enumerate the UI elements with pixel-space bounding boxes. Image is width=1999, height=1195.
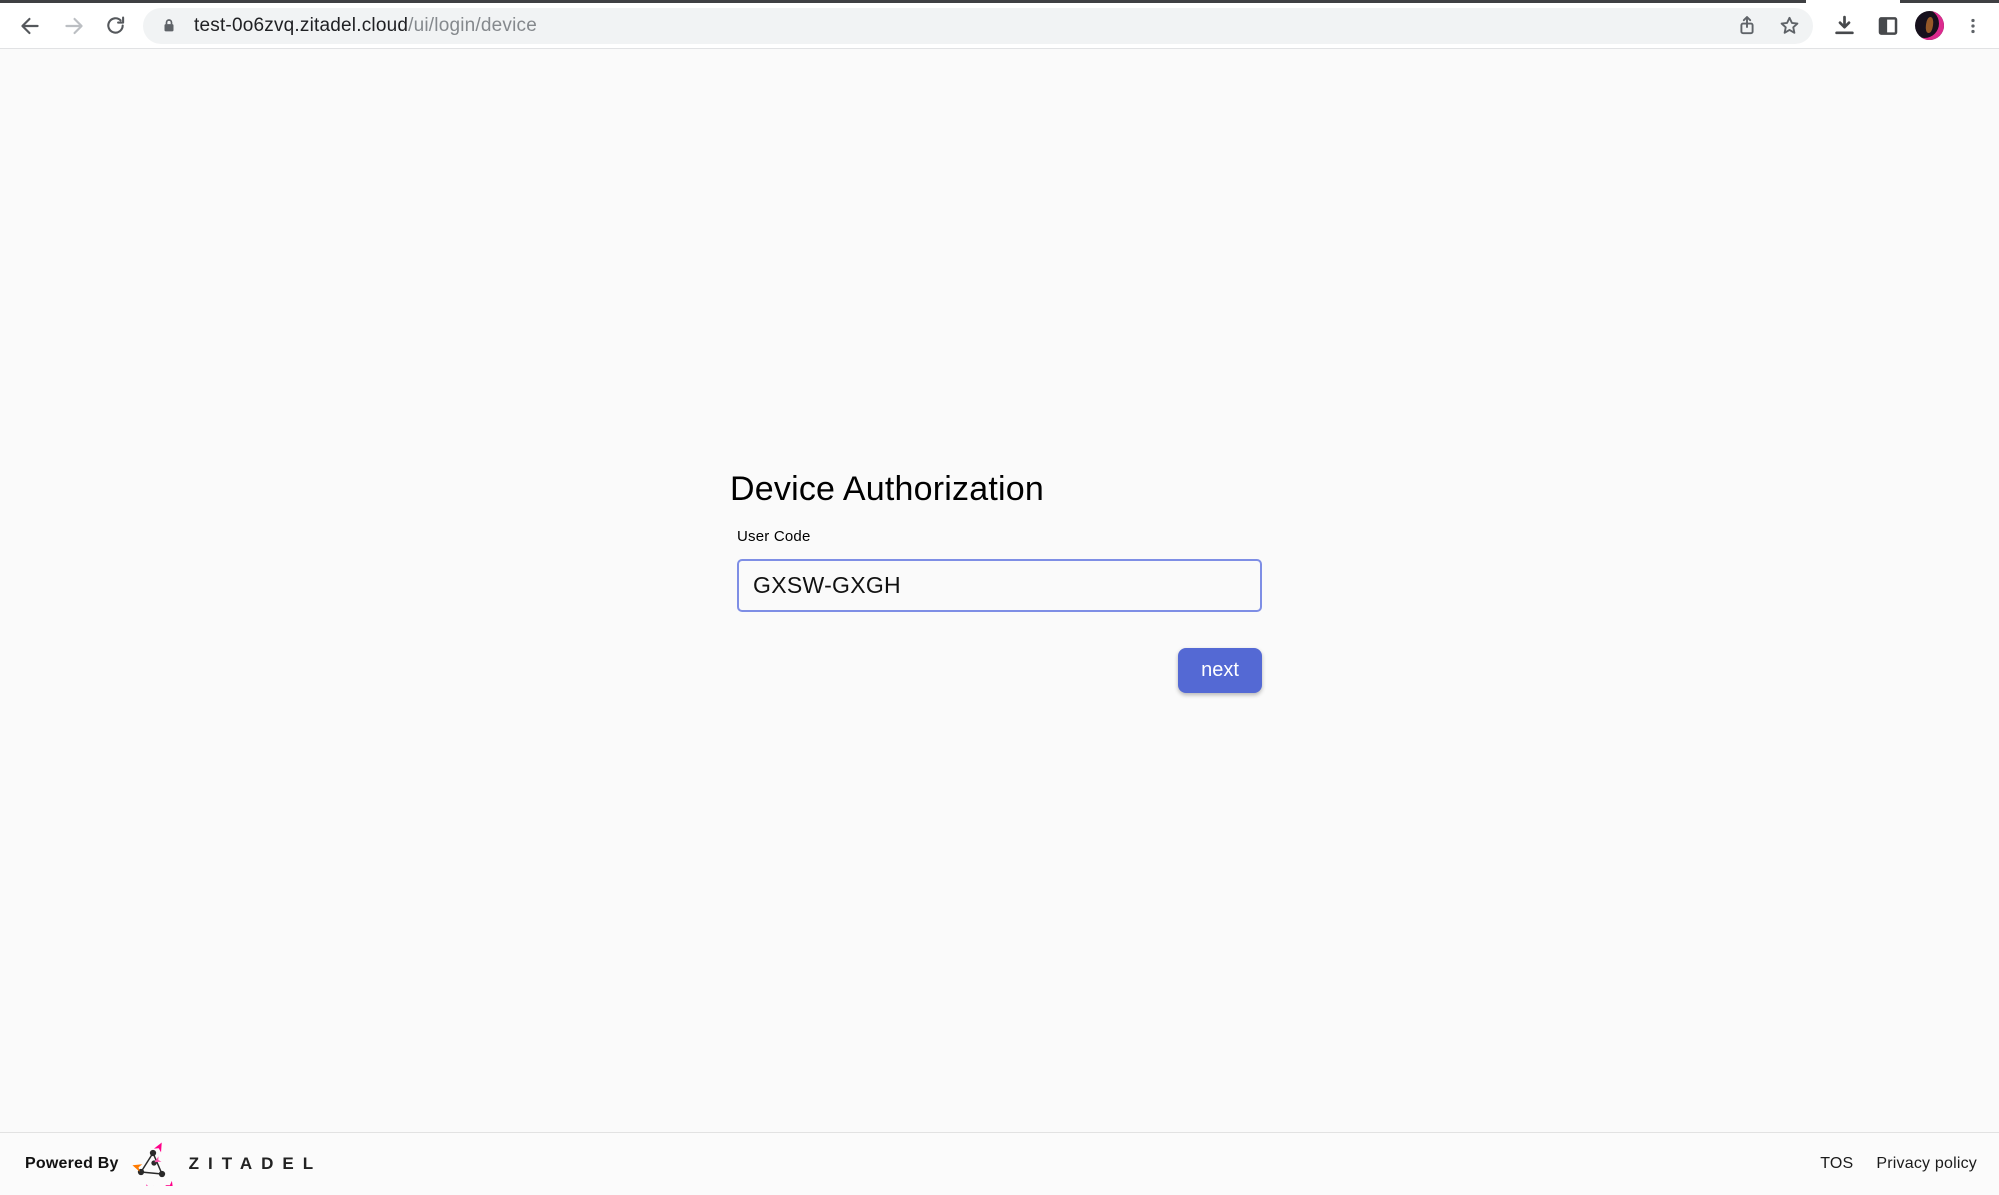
avatar-figure	[1925, 17, 1934, 34]
lock-icon[interactable]	[156, 13, 182, 39]
bookmark-star-icon[interactable]	[1776, 13, 1802, 39]
powered-by-label: Powered By	[25, 1155, 119, 1173]
privacy-policy-link[interactable]: Privacy policy	[1876, 1155, 1977, 1173]
footer-powered-by-group: Powered By ZITADEL	[25, 1142, 322, 1186]
url-path: /ui/login/device	[408, 15, 537, 36]
browser-menu-icon[interactable]	[1959, 12, 1987, 40]
reload-icon[interactable]	[101, 12, 129, 40]
footer: Powered By ZITADEL TOS Privacy policy	[0, 1132, 1999, 1195]
page-content: Device Authorization User Code next	[0, 50, 1999, 1132]
window-top-strip	[0, 0, 1999, 3]
url-text: test-0o6zvq.zitadel.cloud/ui/login/devic…	[194, 15, 1734, 37]
footer-links: TOS Privacy policy	[1820, 1155, 1977, 1173]
download-icon[interactable]	[1830, 12, 1858, 40]
zitadel-logo-icon	[132, 1142, 178, 1186]
next-button[interactable]: next	[1178, 648, 1262, 693]
address-bar[interactable]: test-0o6zvq.zitadel.cloud/ui/login/devic…	[143, 8, 1813, 44]
back-icon[interactable]	[16, 12, 44, 40]
share-icon[interactable]	[1734, 13, 1760, 39]
user-code-input[interactable]	[737, 559, 1262, 612]
tab-strip-notch	[1806, 0, 1900, 3]
url-host: test-0o6zvq.zitadel.cloud	[194, 15, 408, 36]
tos-link[interactable]: TOS	[1820, 1155, 1853, 1173]
profile-avatar[interactable]	[1915, 11, 1944, 40]
side-panel-icon[interactable]	[1874, 12, 1902, 40]
user-code-label: User Code	[737, 528, 1262, 546]
browser-toolbar: test-0o6zvq.zitadel.cloud/ui/login/devic…	[0, 3, 1999, 49]
page-title: Device Authorization	[730, 469, 1262, 510]
device-authorization-form: Device Authorization User Code next	[737, 469, 1262, 693]
button-row: next	[737, 648, 1262, 693]
zitadel-brand-text: ZITADEL	[189, 1154, 323, 1174]
forward-icon[interactable]	[60, 12, 88, 40]
